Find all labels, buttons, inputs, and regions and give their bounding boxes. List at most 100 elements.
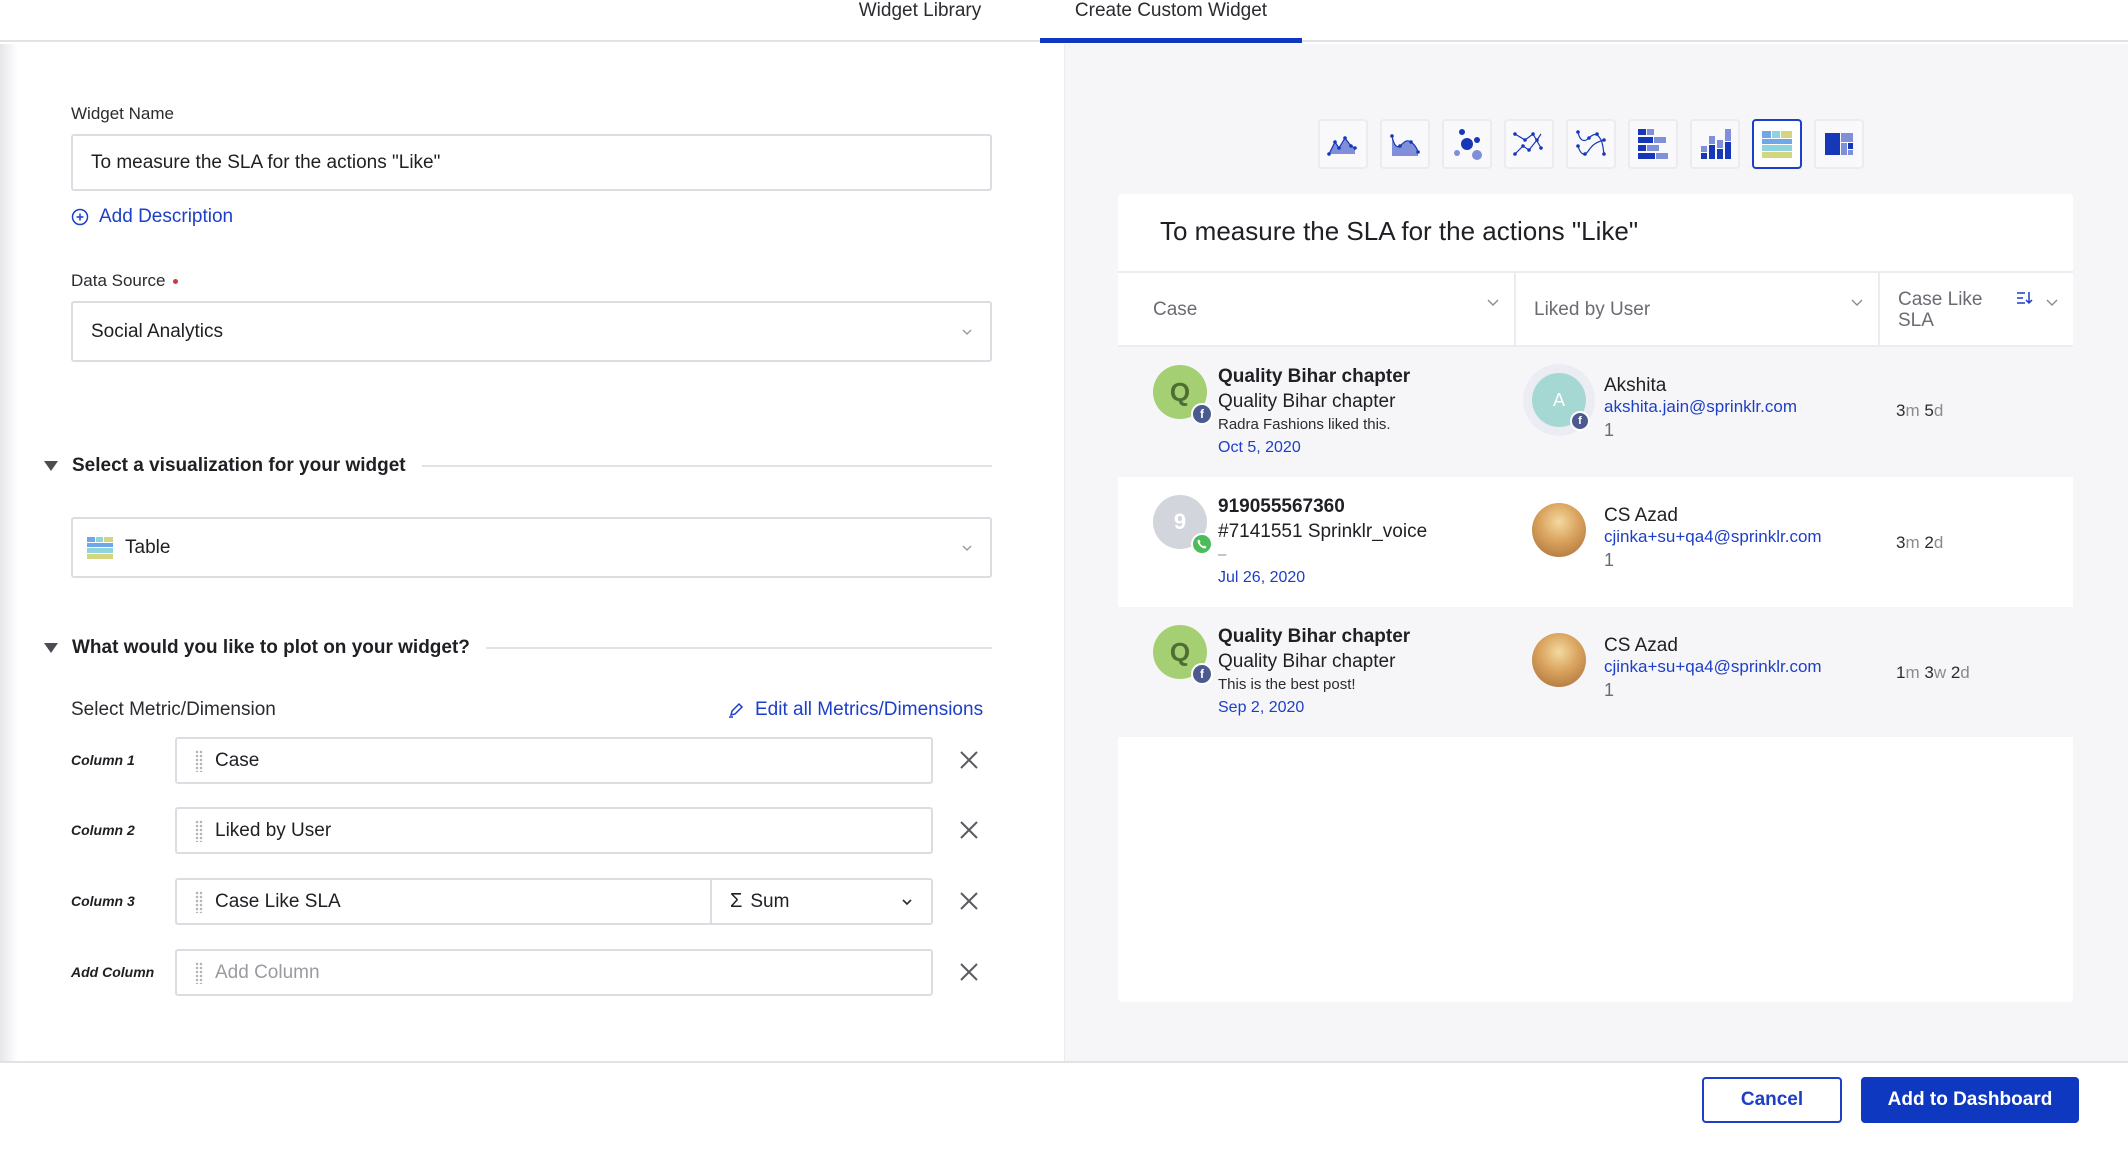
widget-name-label: Widget Name [71, 104, 174, 123]
data-source-label-text: Data Source [71, 271, 166, 290]
plot-section-header[interactable]: What would you like to plot on your widg… [44, 637, 992, 659]
sla-number: 2 [1950, 663, 1961, 682]
sla-unit: d [1960, 663, 1970, 682]
aggregation-select[interactable]: Σ Sum [710, 880, 931, 923]
sla-unit: w [1933, 663, 1951, 682]
area-chart-icon [1327, 136, 1357, 156]
column-header-case-like-sla[interactable]: Case Like SLA [1878, 273, 2073, 347]
case-subtitle: Quality Bihar chapter [1218, 391, 1396, 412]
chevron-down-icon[interactable] [1486, 295, 1500, 309]
case-title[interactable]: Quality Bihar chapter [1218, 365, 1518, 389]
drag-handle-icon[interactable] [195, 749, 203, 772]
remove-column-icon[interactable] [957, 889, 981, 913]
phone-icon [1191, 533, 1213, 555]
chevron-down-icon [962, 329, 972, 335]
case-avatar: Q f [1153, 625, 1213, 685]
avatar-letter: Q [1169, 636, 1191, 667]
widget-name-input[interactable]: To measure the SLA for the actions "Like… [71, 134, 992, 191]
viz-spline-chart-button[interactable] [1566, 119, 1616, 169]
column-3-input[interactable]: Case Like SLA Σ Sum [175, 878, 933, 925]
table-row[interactable]: 9 919055567360 #7141551 Sprinklr_voice –… [1118, 477, 2073, 607]
viz-stacked-column-button[interactable] [1690, 119, 1740, 169]
column-1-input[interactable]: Case [175, 737, 933, 784]
sort-descending-icon[interactable] [2015, 289, 2033, 307]
column-row-3: Column 3 Case Like SLA Σ Sum [71, 878, 1001, 925]
add-column-placeholder: Add Column [215, 961, 320, 983]
drag-handle-icon[interactable] [195, 961, 203, 984]
user-avatar-photo [1532, 633, 1586, 687]
user-email[interactable]: cjinka+su+qa4@sprinklr.com [1604, 657, 1822, 677]
drag-handle-icon[interactable] [195, 819, 203, 842]
case-message: This is the best post! [1218, 676, 1356, 693]
viz-spline-area-button[interactable] [1380, 119, 1430, 169]
add-column-input[interactable]: Add Column [175, 949, 933, 996]
cancel-button[interactable]: Cancel [1702, 1077, 1842, 1123]
visualization-select[interactable]: Table [71, 517, 992, 578]
facebook-icon: f [1570, 411, 1590, 431]
case-date[interactable]: Oct 5, 2020 [1218, 435, 1518, 461]
remove-column-icon[interactable] [957, 748, 981, 772]
column-label: Column 3 [71, 893, 135, 909]
chevron-down-icon [962, 545, 972, 551]
case-avatar: 9 [1153, 495, 1213, 555]
section-divider [421, 465, 992, 467]
table-row[interactable]: Q f Quality Bihar chapter Quality Bihar … [1118, 607, 2073, 737]
user-avatar-photo [1532, 503, 1586, 557]
edit-all-metrics-link[interactable]: Edit all Metrics/Dimensions [727, 699, 983, 721]
table-row[interactable]: Q f Quality Bihar chapter Quality Bihar … [1118, 347, 2073, 477]
viz-stacked-bar-button[interactable] [1628, 119, 1678, 169]
panel-shadow [0, 44, 18, 1134]
drag-handle-icon[interactable] [195, 890, 203, 913]
column-value: Case Like SLA [215, 890, 341, 912]
case-title[interactable]: 919055567360 [1218, 495, 1518, 519]
visualization-section-header[interactable]: Select a visualization for your widget [44, 455, 992, 477]
viz-treemap-button[interactable] [1814, 119, 1864, 169]
viz-line-chart-button[interactable] [1504, 119, 1554, 169]
user-count: 1 [1604, 550, 1615, 570]
sla-unit: m [1905, 401, 1925, 420]
user-name: CS Azad [1604, 505, 1678, 526]
column-2-input[interactable]: Liked by User [175, 807, 933, 854]
data-source-select[interactable]: Social Analytics [71, 301, 992, 362]
avatar-letter: Q [1169, 376, 1191, 407]
sigma-icon: Σ [730, 890, 743, 912]
column-header-liked-by-user[interactable]: Liked by User [1514, 273, 1878, 347]
user-name: CS Azad [1604, 635, 1678, 656]
sla-number: 2 [1924, 533, 1934, 552]
user-count: 1 [1604, 420, 1615, 440]
add-description-link[interactable]: Add Description [71, 206, 233, 228]
plot-section-title: What would you like to plot on your widg… [72, 637, 470, 658]
viz-bubble-chart-button[interactable] [1442, 119, 1492, 169]
chevron-down-icon[interactable] [2045, 295, 2059, 309]
tab-create-custom-widget[interactable]: Create Custom Widget [1040, 0, 1302, 43]
remove-column-icon[interactable] [957, 960, 981, 984]
aggregation-value: Sum [750, 890, 790, 912]
avatar-letter: 9 [1173, 509, 1187, 534]
stacked-column-icon [1701, 129, 1731, 159]
case-avatar: Q f [1153, 365, 1213, 425]
bubble-chart-icon [1454, 129, 1482, 160]
collapse-triangle-icon [44, 461, 58, 471]
sla-unit: d [1933, 401, 1944, 420]
collapse-triangle-icon [44, 643, 58, 653]
case-subtitle: #7141551 Sprinklr_voice [1218, 521, 1428, 542]
user-email[interactable]: akshita.jain@sprinklr.com [1604, 397, 1797, 417]
sla-cell: 1m 3w 2d [1896, 663, 1970, 683]
viz-table-button[interactable] [1752, 119, 1802, 169]
viz-area-chart-button[interactable] [1318, 119, 1368, 169]
chevron-down-icon[interactable] [1850, 295, 1864, 309]
visualization-type-picker [1318, 119, 1864, 169]
spline-chart-icon [1576, 130, 1606, 156]
remove-column-icon[interactable] [957, 818, 981, 842]
tab-widget-library[interactable]: Widget Library [820, 0, 1020, 42]
case-title[interactable]: Quality Bihar chapter [1218, 625, 1518, 649]
preview-title: To measure the SLA for the actions "Like… [1160, 216, 1639, 246]
add-to-dashboard-button[interactable]: Add to Dashboard [1861, 1077, 2079, 1123]
case-date[interactable]: Sep 2, 2020 [1218, 695, 1518, 721]
column-header-case[interactable]: Case [1118, 283, 1514, 357]
section-divider [485, 647, 992, 649]
case-date[interactable]: Jul 26, 2020 [1218, 565, 1518, 591]
chevron-down-icon [902, 898, 912, 905]
sla-unit: m [1905, 663, 1925, 682]
user-email[interactable]: cjinka+su+qa4@sprinklr.com [1604, 527, 1822, 547]
